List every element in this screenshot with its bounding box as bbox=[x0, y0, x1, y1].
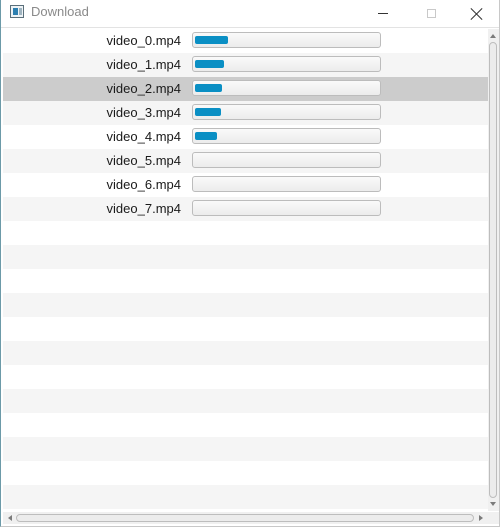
empty-row bbox=[3, 365, 488, 389]
list-item[interactable]: video_3.mp4 bbox=[3, 101, 488, 125]
list-item[interactable]: video_7.mp4 bbox=[3, 197, 488, 221]
download-list[interactable]: video_0.mp4 video_1.mp4 video_2.mp4 video_3… bbox=[3, 29, 488, 511]
horizontal-scrollbar[interactable] bbox=[3, 512, 488, 524]
empty-row bbox=[3, 389, 488, 413]
progress-fill bbox=[195, 84, 222, 92]
progress-bar bbox=[192, 104, 381, 120]
file-name: video_1.mp4 bbox=[106, 57, 181, 72]
title-bar[interactable]: Download bbox=[1, 0, 499, 28]
close-button[interactable] bbox=[454, 0, 500, 27]
progress-bar bbox=[192, 80, 381, 96]
progress-fill bbox=[195, 108, 221, 116]
maximize-icon bbox=[426, 9, 436, 18]
file-name: video_7.mp4 bbox=[106, 201, 181, 216]
scroll-left-icon[interactable] bbox=[8, 515, 12, 521]
progress-fill bbox=[195, 60, 224, 68]
minimize-button[interactable] bbox=[360, 0, 406, 27]
progress-bar bbox=[192, 152, 381, 168]
file-name: video_0.mp4 bbox=[106, 33, 181, 48]
window-title: Download bbox=[31, 4, 89, 19]
empty-row bbox=[3, 293, 488, 317]
empty-row bbox=[3, 317, 488, 341]
list-item[interactable]: video_5.mp4 bbox=[3, 149, 488, 173]
progress-bar bbox=[192, 56, 381, 72]
download-window: Download video_0.mp4 video_1.mp4 video_2.m… bbox=[0, 0, 500, 527]
empty-row bbox=[3, 221, 488, 245]
empty-row bbox=[3, 245, 488, 269]
scrollbar-corner bbox=[488, 512, 499, 524]
horizontal-scroll-thumb[interactable] bbox=[16, 514, 474, 522]
vertical-scrollbar[interactable] bbox=[488, 29, 499, 511]
progress-bar bbox=[192, 200, 381, 216]
empty-row bbox=[3, 485, 488, 509]
empty-row bbox=[3, 413, 488, 437]
file-name: video_4.mp4 bbox=[106, 129, 181, 144]
close-icon bbox=[471, 8, 483, 20]
progress-bar bbox=[192, 176, 381, 192]
list-item[interactable]: video_1.mp4 bbox=[3, 53, 488, 77]
scroll-right-icon[interactable] bbox=[479, 515, 483, 521]
list-item[interactable]: video_4.mp4 bbox=[3, 125, 488, 149]
list-item[interactable]: video_2.mp4 bbox=[3, 77, 488, 101]
empty-row bbox=[3, 461, 488, 485]
progress-bar bbox=[192, 128, 381, 144]
maximize-button[interactable] bbox=[408, 0, 454, 27]
empty-row bbox=[3, 269, 488, 293]
list-item[interactable]: video_0.mp4 bbox=[3, 29, 488, 53]
file-name: video_6.mp4 bbox=[106, 177, 181, 192]
progress-bar bbox=[192, 32, 381, 48]
window-app-icon bbox=[10, 5, 24, 18]
file-name: video_5.mp4 bbox=[106, 153, 181, 168]
minimize-icon bbox=[378, 13, 388, 14]
empty-row bbox=[3, 341, 488, 365]
list-item[interactable]: video_6.mp4 bbox=[3, 173, 488, 197]
empty-row bbox=[3, 437, 488, 461]
progress-fill bbox=[195, 132, 217, 140]
scroll-up-icon[interactable] bbox=[490, 34, 496, 38]
file-name: video_2.mp4 bbox=[106, 81, 181, 96]
empty-row bbox=[3, 509, 488, 511]
file-name: video_3.mp4 bbox=[106, 105, 181, 120]
progress-fill bbox=[195, 36, 228, 44]
vertical-scroll-thumb[interactable] bbox=[489, 42, 497, 498]
scroll-down-icon[interactable] bbox=[490, 502, 496, 506]
